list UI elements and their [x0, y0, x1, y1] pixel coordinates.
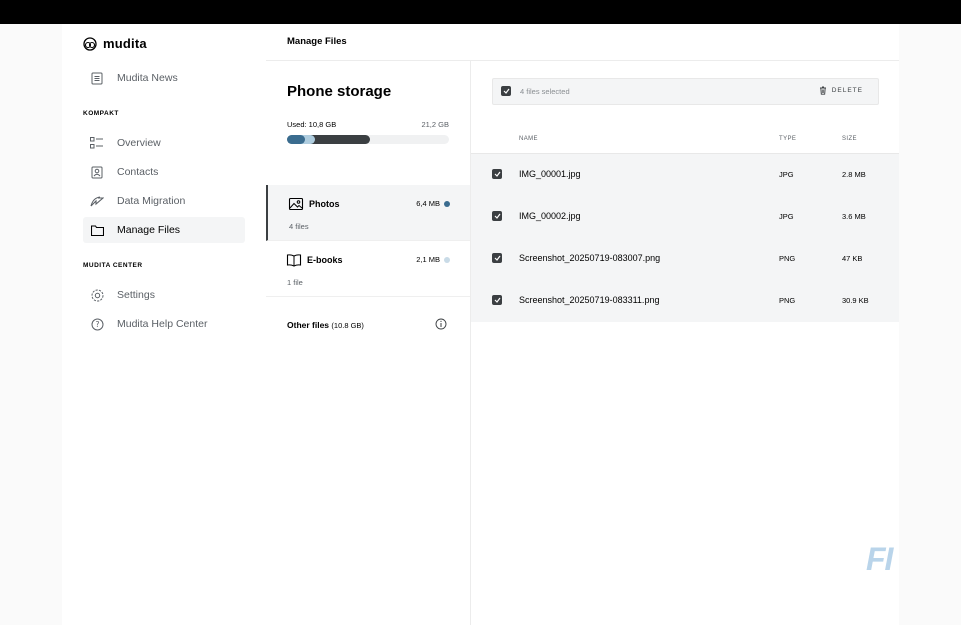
sidebar-item-label: Data Migration	[117, 195, 186, 207]
file-size: 3.6 MB	[842, 212, 866, 221]
file-name: Screenshot_20250719-083311.png	[519, 295, 660, 305]
column-header-size[interactable]: SIZE	[842, 136, 857, 142]
photo-icon	[288, 197, 304, 211]
file-name: IMG_00002.jpg	[519, 211, 581, 221]
storage-usage-bar	[287, 135, 449, 144]
page-header: Manage Files	[266, 24, 899, 61]
check-icon	[494, 297, 500, 303]
gear-icon	[89, 287, 105, 303]
other-files-size: (10.8 GB)	[331, 321, 364, 330]
other-files-label: Other files (10.8 GB)	[287, 320, 364, 330]
watermark-logo: FI	[866, 541, 893, 577]
sidebar-item-data-migration[interactable]: Data Migration	[83, 188, 245, 214]
file-type: JPG	[779, 170, 794, 179]
category-name: E-books	[307, 255, 343, 265]
file-type: PNG	[779, 254, 796, 263]
category-color-dot	[444, 201, 450, 207]
file-name: IMG_00001.jpg	[519, 169, 581, 179]
book-icon	[286, 254, 302, 267]
sidebar-item-contacts[interactable]: Contacts	[83, 159, 245, 185]
section-label-mudita-center: MUDITA CENTER	[83, 262, 143, 269]
select-all-checkbox[interactable]	[501, 86, 511, 96]
window-top-bar	[0, 0, 961, 24]
column-header-name[interactable]: NAME	[519, 136, 538, 142]
table-row[interactable]: IMG_00001.jpg JPG 2.8 MB	[471, 154, 899, 196]
selection-bar: 4 files selected DELETE	[492, 78, 879, 105]
check-icon	[494, 213, 500, 219]
file-size: 30.9 KB	[842, 296, 869, 305]
selection-count-text: 4 files selected	[520, 87, 570, 96]
file-size: 2.8 MB	[842, 170, 866, 179]
storage-title: Phone storage	[287, 83, 392, 100]
news-icon	[89, 70, 105, 86]
row-checkbox[interactable]	[492, 295, 502, 305]
sidebar-item-settings[interactable]: Settings	[83, 282, 245, 308]
category-color-dot	[444, 257, 450, 263]
app-logo: mudita	[83, 36, 147, 51]
help-icon: ?	[89, 316, 105, 332]
file-name: Screenshot_20250719-083007.png	[519, 253, 661, 263]
row-checkbox[interactable]	[492, 253, 502, 263]
sidebar: mudita Mudita News KOMPAKT Overview Cont…	[62, 24, 266, 625]
file-type: JPG	[779, 212, 794, 221]
sidebar-item-manage-files[interactable]: Manage Files	[83, 217, 245, 243]
file-size: 47 KB	[842, 254, 863, 263]
files-panel: 4 files selected DELETE NAME TYPE SIZE I…	[471, 61, 899, 625]
sidebar-item-label: Overview	[117, 137, 161, 149]
section-label-kompakt: KOMPAKT	[83, 110, 119, 117]
row-checkbox[interactable]	[492, 169, 502, 179]
sidebar-item-help-center[interactable]: ? Mudita Help Center	[83, 311, 245, 337]
delete-button[interactable]: DELETE	[819, 86, 863, 95]
table-row[interactable]: Screenshot_20250719-083007.png PNG 47 KB	[471, 238, 899, 280]
page-title: Manage Files	[287, 36, 347, 47]
mudita-logo-icon	[83, 36, 97, 51]
storage-total-label: 21,2 GB	[421, 120, 449, 129]
storage-used-label: Used: 10,8 GB	[287, 120, 337, 129]
migration-icon	[89, 193, 105, 209]
sidebar-item-label: Contacts	[117, 166, 159, 178]
contacts-icon	[89, 164, 105, 180]
sidebar-item-label: Manage Files	[117, 224, 181, 236]
sidebar-item-label: Mudita Help Center	[117, 318, 208, 330]
row-checkbox[interactable]	[492, 211, 502, 221]
sidebar-item-overview[interactable]: Overview	[83, 130, 245, 156]
info-icon[interactable]	[435, 318, 447, 330]
category-file-count: 4 files	[289, 222, 309, 231]
overview-icon	[89, 135, 105, 151]
category-name: Photos	[309, 199, 340, 209]
storage-panel: Phone storage Used: 10,8 GB 21,2 GB Phot…	[266, 61, 471, 625]
category-ebooks[interactable]: E-books 2,1 MB 1 file	[266, 241, 470, 297]
category-size: 6,4 MB	[416, 199, 440, 208]
trash-icon	[819, 86, 826, 95]
sidebar-item-label: Settings	[117, 289, 155, 301]
sidebar-item-mudita-news[interactable]: Mudita News	[83, 65, 245, 91]
file-type: PNG	[779, 296, 796, 305]
check-icon	[494, 255, 500, 261]
table-row[interactable]: Screenshot_20250719-083311.png PNG 30.9 …	[471, 280, 899, 322]
folder-icon	[89, 222, 105, 238]
category-file-count: 1 file	[287, 278, 303, 287]
app-name: mudita	[103, 36, 147, 51]
table-row[interactable]: IMG_00002.jpg JPG 3.6 MB	[471, 196, 899, 238]
svg-text:?: ?	[95, 320, 99, 329]
category-size: 2,1 MB	[416, 255, 440, 264]
other-files-name: Other files	[287, 320, 330, 330]
category-photos[interactable]: Photos 6,4 MB 4 files	[266, 185, 470, 241]
check-icon	[503, 88, 509, 94]
delete-button-label: DELETE	[831, 87, 863, 94]
sidebar-item-label: Mudita News	[117, 72, 178, 84]
check-icon	[494, 171, 500, 177]
column-header-type[interactable]: TYPE	[779, 136, 796, 142]
storage-photos-fill	[287, 135, 305, 144]
